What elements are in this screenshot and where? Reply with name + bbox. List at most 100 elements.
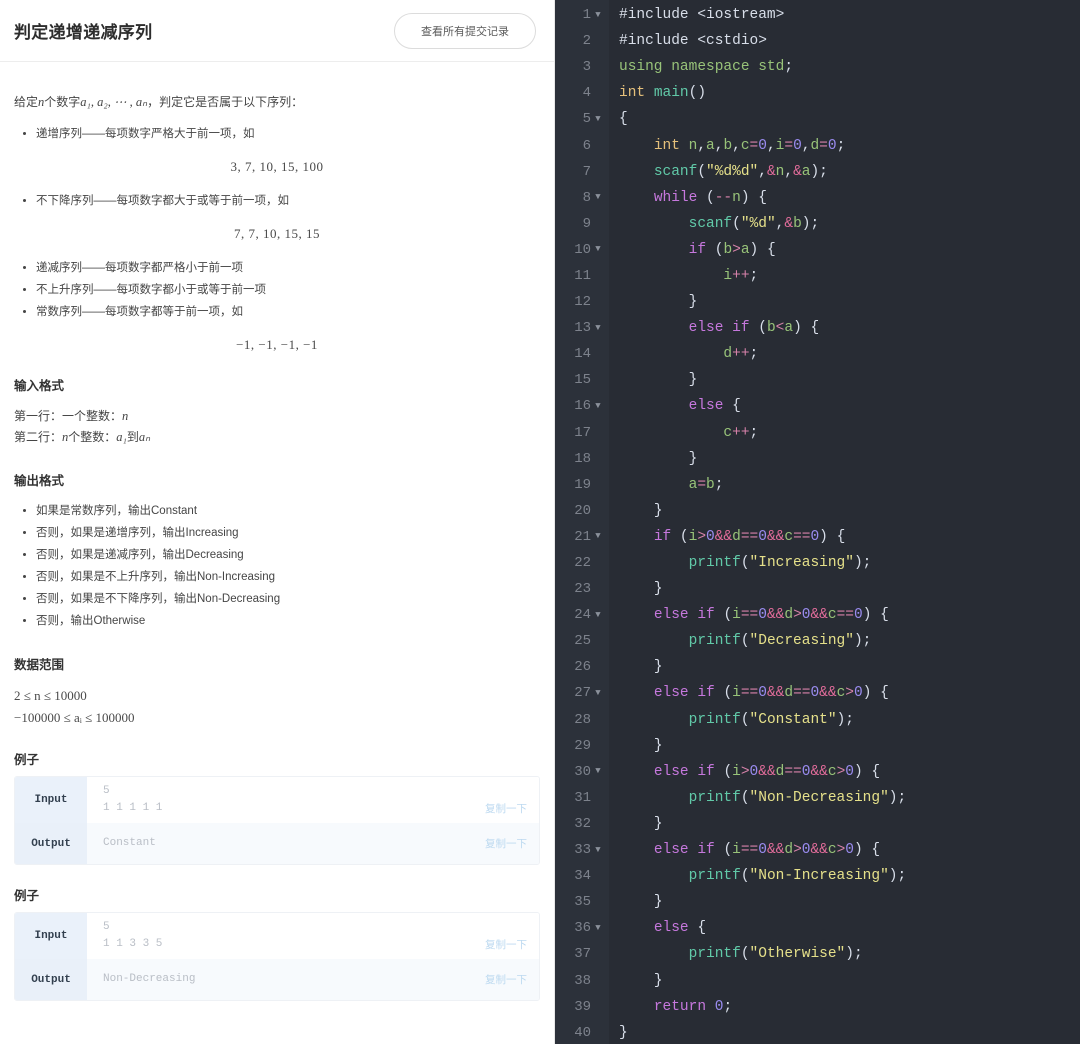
code-token-num: 0 bbox=[758, 137, 767, 154]
code-token-str: "Decreasing" bbox=[749, 633, 854, 650]
editor-code-line[interactable]: } bbox=[609, 967, 1080, 993]
editor-code-line[interactable]: d ++; bbox=[609, 341, 1080, 367]
editor-code-line[interactable]: scanf("%d%d", & n, & a); bbox=[609, 159, 1080, 185]
chevron-down-icon[interactable]: ▼ bbox=[591, 688, 605, 698]
editor-code-line[interactable]: } bbox=[609, 446, 1080, 472]
code-token-punc: ); bbox=[801, 215, 820, 232]
chevron-down-icon[interactable]: ▼ bbox=[591, 10, 605, 20]
editor-line-number: 31▼ bbox=[555, 785, 609, 811]
code-token-op: = bbox=[784, 137, 794, 154]
editor-line-number: 3▼ bbox=[555, 54, 609, 80]
code-token-var: a bbox=[706, 137, 715, 154]
editor-code-line[interactable]: printf("Otherwise"); bbox=[609, 941, 1080, 967]
code-token-num: 0 bbox=[801, 763, 811, 780]
editor-code-line[interactable]: } bbox=[609, 811, 1080, 837]
editor-code-line[interactable]: int n, a, b, c = 0, i = 0, d = 0; bbox=[609, 132, 1080, 158]
editor-code-line[interactable]: #include <iostream> bbox=[609, 2, 1080, 28]
editor-code-line[interactable]: } bbox=[609, 576, 1080, 602]
code-token-amp: && bbox=[819, 685, 837, 702]
editor-code-line[interactable]: printf("Constant"); bbox=[609, 707, 1080, 733]
example-input-row-1: Input 5 1 1 1 1 1 复制一下 bbox=[15, 777, 539, 823]
code-token-kw: if bbox=[653, 528, 672, 545]
editor-code-line[interactable]: printf("Increasing"); bbox=[609, 550, 1080, 576]
code-token-num: 0 bbox=[801, 842, 811, 859]
editor-code-line[interactable]: } bbox=[609, 289, 1080, 315]
sequence-type-list-1: 递增序列——每项数字严格大于前一项，如 bbox=[14, 124, 540, 145]
editor-code-line[interactable]: } bbox=[609, 889, 1080, 915]
code-token-punc: ) { bbox=[862, 685, 889, 702]
line-number-label: 2 bbox=[582, 33, 591, 50]
editor-code-line[interactable]: printf("Decreasing"); bbox=[609, 628, 1080, 654]
editor-code-line[interactable]: i ++; bbox=[609, 263, 1080, 289]
editor-code-line[interactable]: return 0; bbox=[609, 994, 1080, 1020]
code-editor[interactable]: 1▼2▼3▼4▼5▼6▼7▼8▼9▼10▼11▼12▼13▼14▼15▼16▼1… bbox=[555, 0, 1080, 1044]
editor-code-line[interactable]: #include <cstdio> bbox=[609, 28, 1080, 54]
code-token-punc: ( bbox=[723, 842, 733, 859]
code-token-var: using namespace std bbox=[619, 59, 785, 76]
editor-code-line[interactable]: scanf("%d", & b); bbox=[609, 211, 1080, 237]
chevron-down-icon[interactable]: ▼ bbox=[591, 532, 605, 541]
copy-output-link-2[interactable]: 复制一下 bbox=[485, 959, 539, 1000]
editor-code-line[interactable]: else if (i == 0 && d >0 && c == 0) { bbox=[609, 602, 1080, 628]
editor-code-line[interactable]: } bbox=[609, 733, 1080, 759]
editor-line-number: 26▼ bbox=[555, 654, 609, 680]
editor-code-line[interactable]: if (i >0 && d == 0 && c == 0) { bbox=[609, 524, 1080, 550]
editor-code-line[interactable]: } bbox=[609, 1020, 1080, 1044]
code-token-var: c bbox=[836, 685, 846, 702]
editor-code-area[interactable]: #include <iostream> #include <cstdio> usin… bbox=[609, 0, 1080, 1044]
problem-workspace: 判定递增递减序列 查看所有提交记录 给定n个数字a₁, a₂, ⋯ , aₙ，判… bbox=[0, 0, 1080, 1044]
chevron-down-icon[interactable]: ▼ bbox=[591, 767, 605, 776]
editor-code-line[interactable]: printf("Non-Increasing"); bbox=[609, 863, 1080, 889]
editor-code-line[interactable]: else if (b < a) { bbox=[609, 315, 1080, 341]
code-token-var: c bbox=[827, 842, 837, 859]
editor-code-line[interactable]: } bbox=[609, 498, 1080, 524]
editor-code-line[interactable]: else if (i == 0 && d == 0 && c >0) { bbox=[609, 680, 1080, 706]
view-all-submissions-button[interactable]: 查看所有提交记录 bbox=[394, 12, 536, 49]
code-token-num: 0 bbox=[706, 528, 715, 545]
editor-code-line[interactable]: if (b > a) { bbox=[609, 237, 1080, 263]
editor-code-line[interactable]: { bbox=[609, 106, 1080, 132]
chevron-down-icon[interactable]: ▼ bbox=[591, 923, 605, 933]
copy-input-link-2[interactable]: 复制一下 bbox=[485, 913, 539, 959]
code-token-punc: ); bbox=[888, 868, 907, 885]
copy-input-link-1[interactable]: 复制一下 bbox=[485, 777, 539, 823]
chevron-down-icon[interactable]: ▼ bbox=[591, 114, 605, 124]
copy-output-link-1[interactable]: 复制一下 bbox=[485, 823, 539, 864]
code-token-num: 0 bbox=[853, 607, 863, 624]
chevron-down-icon[interactable]: ▼ bbox=[591, 193, 605, 202]
chevron-down-icon[interactable]: ▼ bbox=[591, 845, 605, 855]
editor-line-number: 12▼ bbox=[555, 289, 609, 315]
code-token-num: 0 bbox=[714, 998, 724, 1015]
code-token-str: "Constant" bbox=[749, 711, 837, 728]
editor-code-line[interactable]: } bbox=[609, 654, 1080, 680]
code-token-amp: & bbox=[793, 163, 802, 180]
editor-code-line[interactable]: } bbox=[609, 367, 1080, 393]
code-token-fn: scanf bbox=[653, 163, 698, 180]
chevron-down-icon[interactable]: ▼ bbox=[591, 245, 605, 254]
line-number-label: 34 bbox=[574, 868, 591, 885]
editor-code-line[interactable]: using namespace std; bbox=[609, 54, 1080, 80]
code-token-var: i bbox=[688, 528, 698, 545]
page-title: 判定递增递减序列 bbox=[14, 23, 153, 42]
editor-code-line[interactable]: c ++; bbox=[609, 420, 1080, 446]
editor-code-line[interactable]: int main() bbox=[609, 80, 1080, 106]
editor-code-line[interactable]: while (-- n) { bbox=[609, 185, 1080, 211]
editor-code-line[interactable]: a = b; bbox=[609, 472, 1080, 498]
line-number-label: 37 bbox=[574, 946, 591, 963]
chevron-down-icon[interactable]: ▼ bbox=[591, 610, 605, 620]
list-item: 否则，输出Otherwise bbox=[36, 611, 540, 632]
editor-code-line[interactable]: else if (i == 0 && d >0 && c >0) { bbox=[609, 837, 1080, 863]
editor-code-line[interactable]: else if (i >0 && d == 0 && c >0) { bbox=[609, 759, 1080, 785]
chevron-down-icon[interactable]: ▼ bbox=[591, 401, 605, 411]
editor-code-line[interactable]: else { bbox=[609, 393, 1080, 419]
line-number-label: 23 bbox=[574, 581, 591, 598]
editor-code-line[interactable]: else { bbox=[609, 915, 1080, 941]
code-token-type: int bbox=[653, 137, 680, 154]
chevron-down-icon[interactable]: ▼ bbox=[591, 323, 605, 333]
editor-code-line[interactable]: printf("Non-Decreasing"); bbox=[609, 785, 1080, 811]
code-token-str: "Increasing" bbox=[749, 555, 854, 572]
code-token-op: > bbox=[836, 763, 846, 780]
code-token-amp: && bbox=[758, 763, 776, 780]
